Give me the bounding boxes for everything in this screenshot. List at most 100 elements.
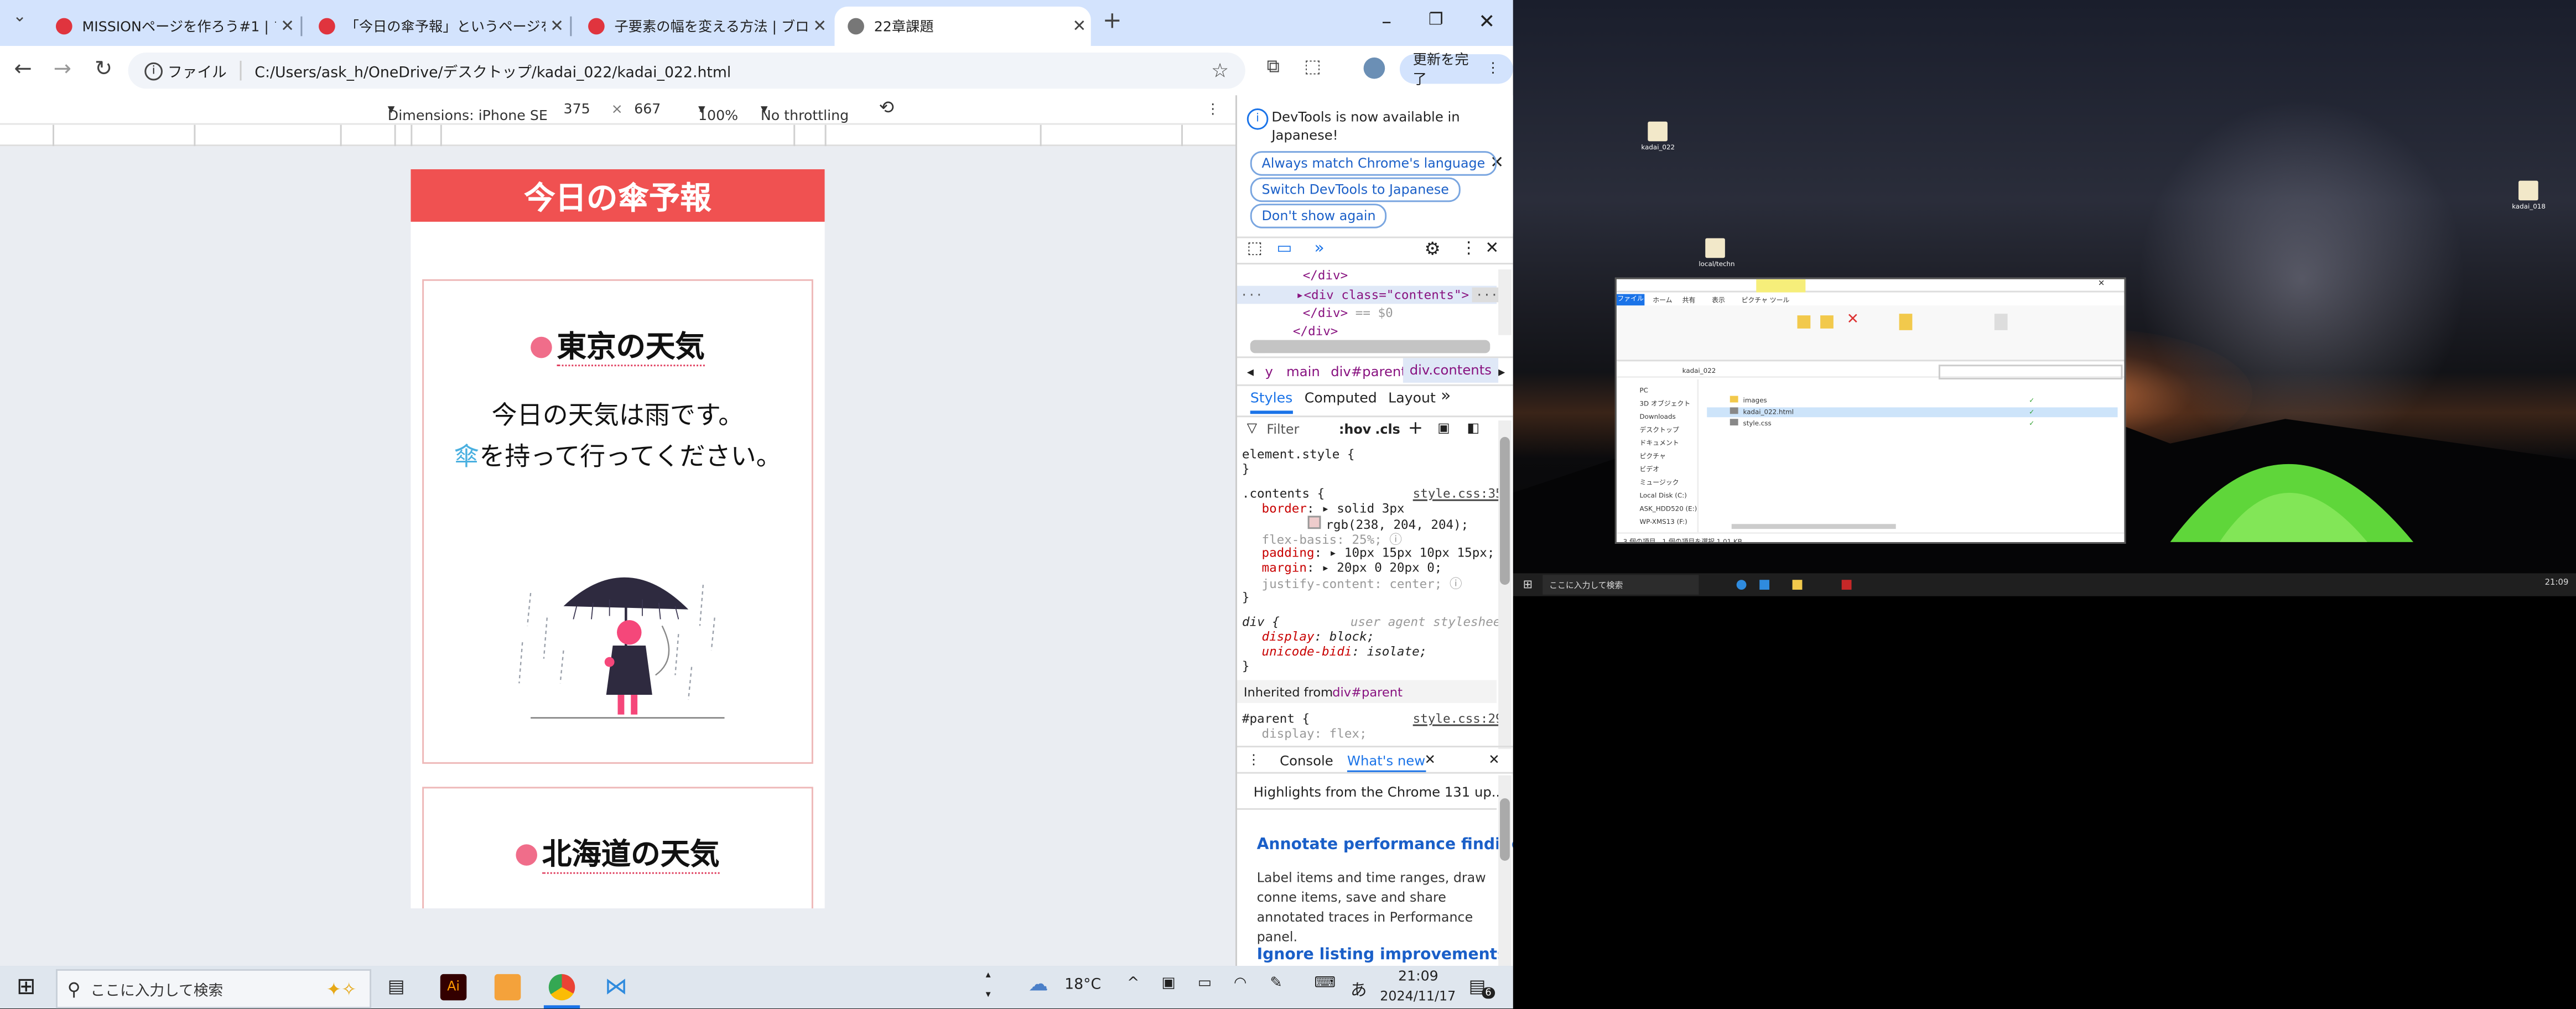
source-link[interactable]: style.css:29 — [1413, 711, 1503, 726]
minimize-icon[interactable]: – — [1373, 10, 1400, 33]
extension-stack-icon[interactable]: ⧉ — [1260, 56, 1287, 79]
new-rule-plus-icon[interactable]: + — [1408, 417, 1423, 439]
clock-time[interactable]: 21:09 — [1398, 969, 1438, 986]
tab-close-icon[interactable]: ✕ — [276, 17, 299, 35]
tab-styles[interactable]: Styles — [1250, 391, 1293, 414]
explorer-sidebar-item[interactable]: ドキュメント — [1639, 437, 1697, 450]
chrome-icon[interactable] — [548, 974, 575, 1001]
breadcrumb-item-active[interactable]: div.contents — [1403, 358, 1498, 383]
new-tab-plus-icon[interactable]: + — [1099, 8, 1126, 35]
forward-arrow-icon[interactable]: → — [49, 58, 76, 82]
explorer-sidebar-item[interactable]: PC — [1639, 384, 1697, 398]
ime-indicator[interactable]: あ — [1351, 976, 1367, 1001]
explorer-sidebar-item[interactable]: デスクトップ — [1639, 424, 1697, 437]
style-decl[interactable]: margin: ▸ 20px 0 20px 0; — [1261, 560, 1442, 575]
device-toggle-icon[interactable]: ▭ — [1276, 240, 1292, 258]
breadcrumb-item[interactable]: main — [1286, 363, 1320, 379]
breadcrumb-right-icon[interactable]: ▸ — [1498, 363, 1505, 379]
tray-chevron-icon[interactable]: ^ — [1127, 976, 1139, 992]
tab-close-icon[interactable]: ✕ — [1424, 751, 1435, 767]
desktop-file-icon[interactable]: kadai_018 — [2512, 180, 2546, 210]
parent-selector[interactable]: #parent { — [1242, 711, 1310, 726]
whatsnew-heading-link[interactable]: Annotate performance findings — [1257, 836, 1513, 854]
explorer-sidebar-item[interactable]: ビデオ — [1639, 463, 1697, 476]
desktop-file-icon[interactable]: local/techn — [1699, 238, 1735, 268]
styles-filter-input[interactable]: Filter — [1266, 422, 1299, 437]
ribbon-tab[interactable]: ピクチャ ツール — [1742, 295, 1790, 305]
desktop-file-icon[interactable]: kadai_022 — [1641, 121, 1675, 151]
menu-kebab-icon[interactable]: ⋮ — [1486, 61, 1500, 77]
ribbon-tab[interactable]: ホーム — [1653, 295, 1672, 305]
explorer-sidebar-item[interactable]: 3D オブジェクト — [1639, 398, 1697, 411]
inspect-element-icon[interactable]: ⬚ — [1247, 240, 1263, 258]
window-close-icon[interactable]: ✕ — [1474, 10, 1500, 33]
vscode-icon[interactable]: ⋈ — [603, 974, 630, 1001]
dom-line[interactable]: </div> — [1303, 268, 1348, 283]
scroll-up-icon[interactable]: ▴ — [986, 969, 991, 981]
color-swatch[interactable] — [1307, 516, 1321, 529]
explorer-hscrollbar[interactable] — [1731, 524, 1896, 529]
inherited-link[interactable]: div#parent — [1332, 685, 1403, 700]
tab-computed[interactable]: Computed — [1305, 391, 1377, 408]
settings-gear-icon[interactable]: ⚙ — [1424, 238, 1440, 260]
tab-child-width[interactable]: 子要素の幅を変える方法 | ブログ ✕ — [575, 7, 831, 46]
ribbon-tab[interactable]: 表示 — [1712, 295, 1725, 305]
style-decl[interactable]: border: ▸ solid 3px — [1261, 501, 1404, 516]
tab-active-kadai22[interactable]: 22章課題 ✕ — [834, 6, 1091, 46]
always-match-language-button[interactable]: Always match Chrome's language — [1250, 151, 1497, 176]
div-selector[interactable]: div { — [1242, 615, 1280, 630]
restore-icon[interactable]: ❐ — [1423, 12, 1450, 30]
style-decl[interactable]: rgb(238, 204, 204); — [1307, 516, 1468, 532]
hov-toggle[interactable]: :hov — [1339, 422, 1371, 437]
delete-x-icon[interactable]: ✕ — [1847, 312, 1859, 329]
devtools-menu-icon[interactable]: ⋮ — [1461, 240, 1477, 258]
tab-umbrella-forecast[interactable]: 「今日の傘予報」というページを作成 ✕ — [305, 7, 568, 46]
explorer-close-icon[interactable]: ✕ — [2098, 279, 2105, 289]
xampp-icon[interactable] — [494, 974, 521, 1001]
style-decl[interactable]: display: flex; — [1261, 726, 1367, 741]
breadcrumb-item[interactable]: div#parent — [1331, 363, 1406, 379]
tab-close-icon[interactable]: ✕ — [1068, 17, 1091, 35]
more-tabs-icon[interactable]: » — [1441, 388, 1451, 406]
style-decl-inactive[interactable]: justify-content: center; ⓘ — [1261, 575, 1462, 593]
explorer-search-box[interactable] — [1938, 365, 2123, 379]
update-button[interactable]: 更新を完了 ⋮ — [1399, 53, 1513, 89]
explorer-sidebar-item[interactable]: ASK_HDD520 (E:) — [1639, 503, 1697, 516]
tray-app-icon[interactable]: ▣ — [1161, 976, 1175, 992]
clock-date[interactable]: 2024/11/17 — [1380, 989, 1456, 1004]
start-icon[interactable]: ⊞ — [1523, 578, 1533, 591]
ribbon-tab[interactable]: 共有 — [1682, 295, 1696, 305]
reload-icon[interactable]: ↻ — [90, 58, 117, 82]
dom-horizontal-scrollbar[interactable] — [1250, 340, 1490, 353]
ribbon-tab-file[interactable]: ファイル — [1616, 294, 1645, 306]
element-style-selector[interactable]: element.style { — [1242, 447, 1355, 462]
bookmark-star-icon[interactable]: ☆ — [1211, 59, 1229, 82]
devtools-close-icon[interactable]: ✕ — [1485, 240, 1499, 258]
windows-start-icon[interactable]: ⊞ — [17, 974, 36, 1001]
wifi-icon[interactable]: ◠ — [1234, 976, 1247, 992]
contents-selector[interactable]: .contents { — [1242, 486, 1325, 501]
explorer-path[interactable]: kadai_022 — [1682, 366, 1716, 375]
explorer-sidebar-item[interactable]: ミュージック — [1639, 476, 1697, 490]
more-tabs-icon[interactable]: » — [1315, 240, 1325, 258]
dont-show-again-button[interactable]: Don't show again — [1250, 204, 1388, 228]
taskbar-search[interactable]: ここに入力して検索 — [1549, 580, 1623, 591]
weather-icon[interactable]: ☁ — [1029, 972, 1048, 996]
scroll-down-icon[interactable]: ▾ — [986, 989, 991, 1001]
drawer-scrollbar[interactable] — [1498, 775, 1512, 966]
file-row[interactable]: kadai_022.html — [1730, 407, 1794, 415]
explorer-sidebar-item[interactable]: Local Disk (C:) — [1639, 490, 1697, 503]
pen-icon[interactable]: ✎ — [1270, 976, 1282, 992]
profile-avatar[interactable] — [1363, 57, 1385, 79]
file-row[interactable]: style.css — [1730, 419, 1772, 427]
task-view-icon[interactable]: ▤ — [388, 976, 405, 997]
source-link[interactable]: style.css:35 — [1413, 486, 1503, 501]
throttling-selector[interactable]: No throttling ▾ — [761, 102, 849, 125]
temperature[interactable]: 18°C — [1064, 977, 1101, 994]
rotate-icon[interactable]: ⟲ — [879, 97, 894, 118]
computed-styles-icon[interactable]: ▣ — [1437, 420, 1450, 435]
illustrator-icon[interactable]: Ai — [440, 974, 467, 1001]
width-input[interactable]: 375 — [564, 102, 590, 118]
switch-japanese-button[interactable]: Switch DevTools to Japanese — [1250, 177, 1461, 202]
tab-whats-new[interactable]: What's new — [1347, 752, 1426, 774]
